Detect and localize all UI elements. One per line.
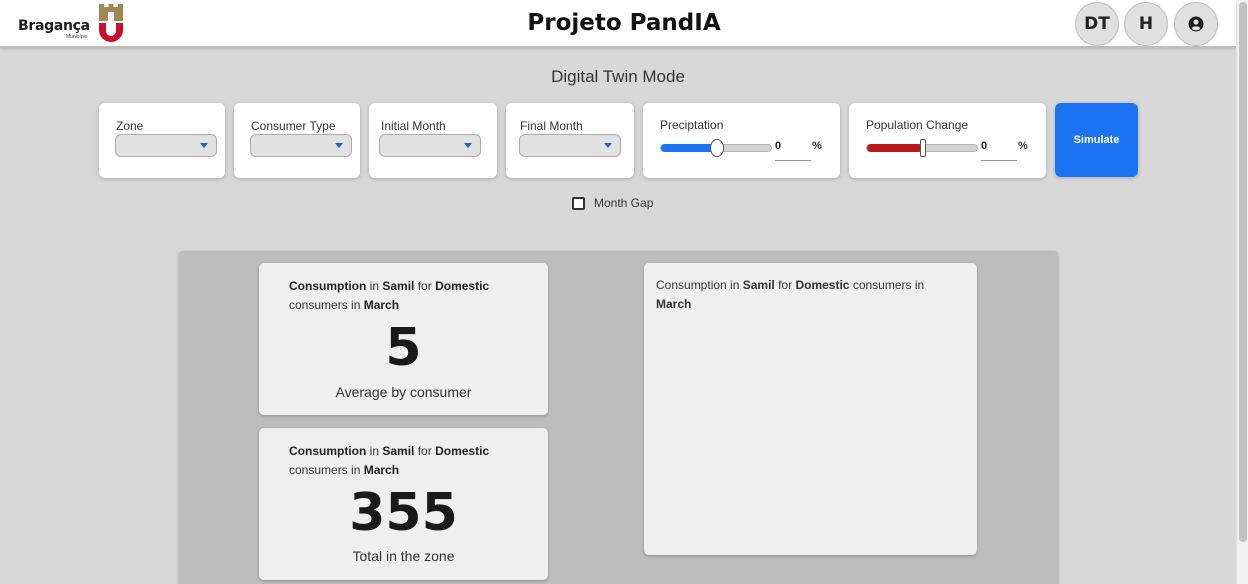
precipitation-unit: % <box>812 140 822 152</box>
zone-label: Zone <box>116 119 144 133</box>
average-card-heading: Consumption in Samil for Domestic consume… <box>289 279 490 312</box>
total-consumption-value: 355 <box>349 483 458 543</box>
initial-month-select[interactable] <box>379 134 481 157</box>
month-gap-checkbox[interactable] <box>572 196 585 210</box>
average-consumption-card: Consumption in Samil for Domestic consume… <box>259 263 548 415</box>
mode-title: Digital Twin Mode <box>551 67 685 86</box>
digital-twin-button[interactable]: DT <box>1075 2 1119 46</box>
population-change-card: Population Change 0 % <box>849 103 1046 178</box>
page-scrollbar[interactable] <box>1236 0 1248 584</box>
chart-card-heading: Consumption in Samil for Domestic consum… <box>656 278 925 311</box>
initial-month-label: Initial Month <box>381 119 446 133</box>
precipitation-slider-fill <box>661 144 717 152</box>
population-slider-fill <box>867 144 923 152</box>
population-change-value[interactable]: 0 <box>981 140 987 152</box>
final-month-select[interactable] <box>519 134 621 157</box>
precipitation-value-underline <box>775 160 811 161</box>
home-button[interactable]: H <box>1124 2 1168 46</box>
results-panel: Consumption in Samil for Domestic consume… <box>179 251 1058 584</box>
precipitation-slider[interactable] <box>660 139 772 157</box>
precipitation-card: Preciptation 0 % <box>643 103 840 178</box>
population-change-slider[interactable] <box>866 139 978 157</box>
total-consumption-caption: Total in the zone <box>352 548 455 564</box>
initial-month-filter-card: Initial Month <box>369 103 497 178</box>
zone-select[interactable] <box>115 134 217 157</box>
population-slider-thumb[interactable] <box>920 139 926 157</box>
consumption-chart-card: Consumption in Samil for Domestic consum… <box>644 263 977 555</box>
dropdown-caret-icon <box>335 143 343 148</box>
month-gap-label: Month Gap <box>594 196 654 210</box>
account-button[interactable] <box>1174 2 1218 46</box>
month-gap-toggle[interactable]: Month Gap <box>572 196 653 210</box>
consumer-type-select[interactable] <box>250 134 352 157</box>
final-month-label: Final Month <box>520 119 583 133</box>
population-value-underline <box>981 160 1017 161</box>
consumer-type-label: Consumer Type <box>251 119 336 133</box>
app-header: Bragança Município Projeto PandIA DT H <box>0 0 1236 48</box>
scrollbar-thumb[interactable] <box>1239 2 1247 542</box>
population-change-unit: % <box>1018 140 1028 152</box>
user-icon <box>1188 16 1204 32</box>
precipitation-label: Preciptation <box>660 118 724 132</box>
total-card-heading: Consumption in Samil for Domestic consume… <box>289 444 490 477</box>
precipitation-slider-thumb[interactable] <box>710 139 724 157</box>
dropdown-caret-icon <box>604 143 612 148</box>
app-title: Projeto PandIA <box>527 10 721 36</box>
consumer-type-filter-card: Consumer Type <box>234 103 360 178</box>
average-consumption-value: 5 <box>385 318 422 378</box>
total-consumption-card: Consumption in Samil for Domestic consume… <box>259 428 548 580</box>
zone-filter-card: Zone <box>99 103 225 178</box>
precipitation-value[interactable]: 0 <box>775 140 781 152</box>
dropdown-caret-icon <box>200 143 208 148</box>
simulate-button[interactable]: Simulate <box>1055 103 1138 177</box>
dropdown-caret-icon <box>464 143 472 148</box>
population-change-label: Population Change <box>866 118 969 132</box>
average-consumption-caption: Average by consumer <box>335 384 472 400</box>
final-month-filter-card: Final Month <box>506 103 634 178</box>
